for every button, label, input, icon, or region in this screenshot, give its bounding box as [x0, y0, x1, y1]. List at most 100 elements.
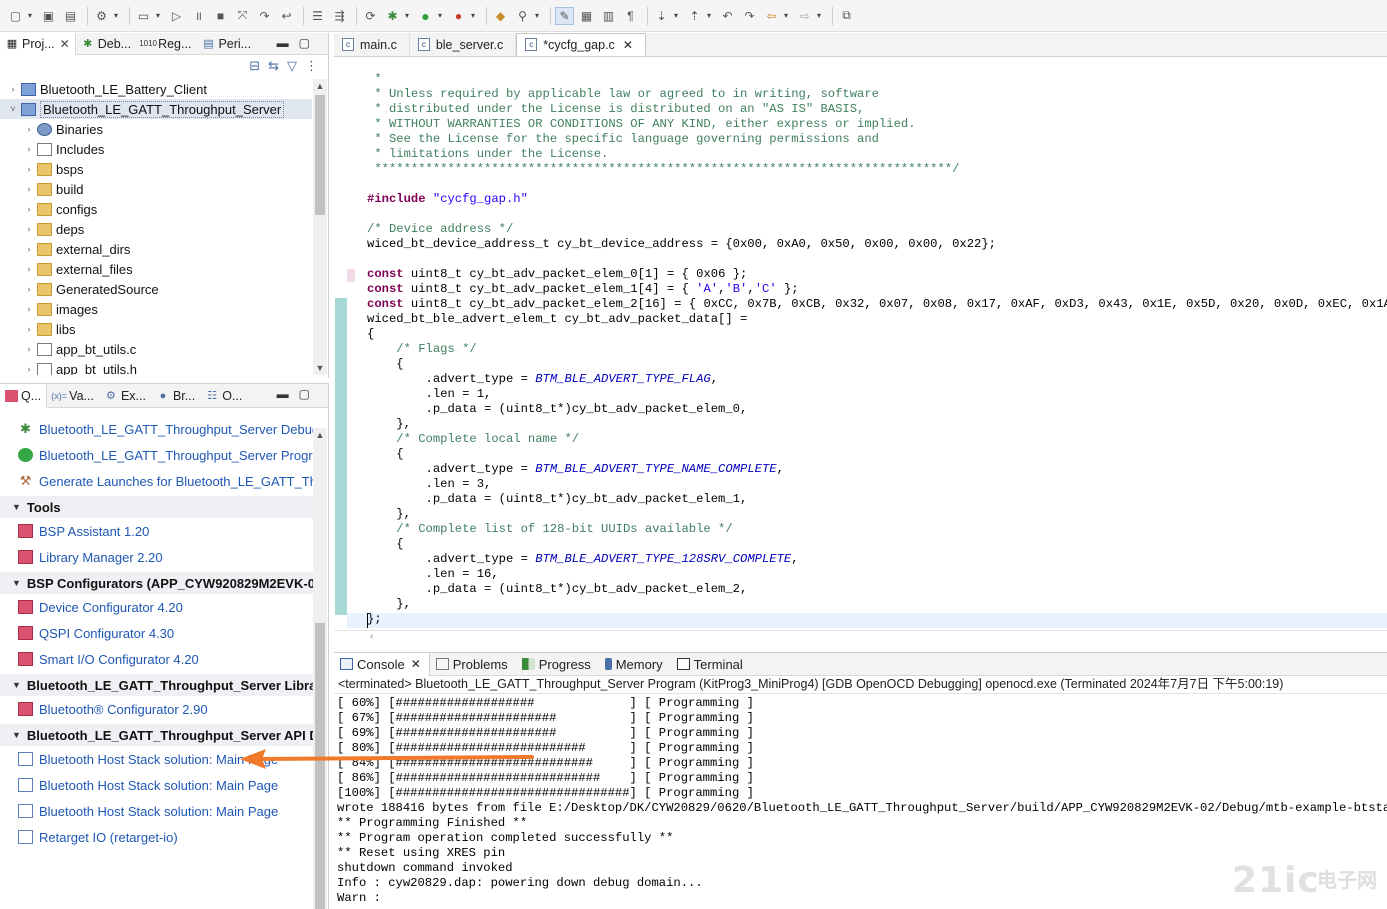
- chevron-right-icon[interactable]: ›: [24, 164, 34, 174]
- terminal-dropdown-icon[interactable]: ▾: [156, 11, 163, 20]
- minimize-maximize-icon[interactable]: ▬▢: [277, 36, 320, 50]
- previous-annotation-icon[interactable]: ⇡: [685, 7, 704, 25]
- section-header[interactable]: ▼ Tools: [0, 496, 313, 518]
- tree-item[interactable]: › configs: [0, 199, 312, 219]
- tab-registers[interactable]: 1010 Reg...: [136, 33, 196, 55]
- tab-problems[interactable]: Problems: [430, 653, 516, 676]
- last-edit-icon[interactable]: ↶: [718, 7, 737, 25]
- tree-item[interactable]: › external_dirs: [0, 239, 312, 259]
- collapse-triangle-icon[interactable]: ▼: [12, 730, 21, 740]
- forward-edit-icon[interactable]: ↷: [740, 7, 759, 25]
- chevron-right-icon[interactable]: ›: [24, 184, 34, 194]
- tab-debug[interactable]: ✱ Deb...: [76, 33, 136, 55]
- tab-outline[interactable]: ☷ O...: [200, 385, 247, 407]
- tree-item[interactable]: › Includes: [0, 139, 312, 159]
- scroll-up-icon[interactable]: ▲: [313, 81, 327, 91]
- chevron-right-icon[interactable]: ›: [24, 144, 34, 154]
- build-icon[interactable]: ☰: [308, 7, 327, 25]
- close-icon[interactable]: ✕: [411, 657, 421, 671]
- tree-item[interactable]: › bsps: [0, 159, 312, 179]
- project-tree-scrollbar[interactable]: ▲ ▼: [313, 79, 327, 375]
- chevron-right-icon[interactable]: ›: [24, 344, 34, 354]
- scroll-up-icon[interactable]: ▲: [313, 430, 327, 440]
- scroll-thumb[interactable]: [315, 95, 325, 215]
- chevron-right-icon[interactable]: ›: [24, 304, 34, 314]
- new-dropdown-icon[interactable]: ▾: [28, 11, 35, 20]
- quick-panel-link[interactable]: ⚒ Generate Launches for Bluetooth_LE_GATT…: [0, 468, 313, 494]
- search-icon[interactable]: ⚲: [513, 7, 532, 25]
- chevron-right-icon[interactable]: ›: [24, 224, 34, 234]
- chevron-right-icon[interactable]: ›: [24, 364, 34, 374]
- forward-dropdown-icon[interactable]: ▾: [817, 11, 824, 20]
- quick-panel-link[interactable]: Bluetooth® Configurator 2.90: [0, 696, 313, 722]
- save-all-icon[interactable]: ▤: [61, 7, 80, 25]
- tab-breakpoints[interactable]: ● Br...: [151, 385, 200, 407]
- quick-panel-link[interactable]: QSPI Configurator 4.30: [0, 620, 313, 646]
- tree-item[interactable]: › external_files: [0, 259, 312, 279]
- external-tools-dropdown-icon[interactable]: ▾: [471, 11, 478, 20]
- highlight-icon[interactable]: ✎: [555, 6, 574, 25]
- open-type-icon[interactable]: ◆: [491, 7, 510, 25]
- disconnect-icon[interactable]: ⤧: [233, 7, 252, 25]
- block-selection-icon[interactable]: ▥: [599, 7, 618, 25]
- collapse-triangle-icon[interactable]: ▼: [12, 578, 21, 588]
- terminate-icon[interactable]: ■: [211, 7, 230, 25]
- resume-icon[interactable]: ▷: [167, 7, 186, 25]
- tab-terminal[interactable]: Terminal: [671, 653, 751, 676]
- section-header[interactable]: ▼ Bluetooth_LE_GATT_Throughput_Server Lib…: [0, 674, 313, 696]
- quick-panel-link[interactable]: BSP Assistant 1.20: [0, 518, 313, 544]
- close-icon[interactable]: ✕: [623, 38, 633, 52]
- previous-annotation-dropdown-icon[interactable]: ▾: [707, 11, 714, 20]
- tree-item[interactable]: › build: [0, 179, 312, 199]
- chevron-right-icon[interactable]: ›: [24, 324, 34, 334]
- terminal-icon[interactable]: ▭: [134, 7, 153, 25]
- tab-project-explorer[interactable]: ▦ Proj... ✕: [0, 32, 76, 55]
- suspend-icon[interactable]: ॥: [189, 7, 208, 25]
- save-icon[interactable]: ▣: [39, 7, 58, 25]
- settings-dropdown-icon[interactable]: ▾: [114, 11, 121, 20]
- debug-launch-icon[interactable]: ✱: [383, 7, 402, 25]
- quick-panel-scrollbar[interactable]: ▲: [313, 428, 327, 909]
- tab-console[interactable]: Console ✕: [334, 652, 430, 676]
- tab-ble-server-c[interactable]: c ble_server.c: [410, 33, 517, 56]
- tab-progress[interactable]: Progress: [516, 653, 599, 676]
- quick-panel-link[interactable]: Bluetooth_LE_GATT_Throughput_Server Prog…: [0, 442, 313, 468]
- section-header[interactable]: ▼ Bluetooth_LE_GATT_Throughput_Server API…: [0, 724, 313, 746]
- chevron-right-icon[interactable]: ›: [24, 124, 34, 134]
- back-icon[interactable]: ⇦: [762, 7, 781, 25]
- code-text[interactable]: * * Unless required by applicable law or…: [367, 72, 1387, 642]
- external-tools-icon[interactable]: ●: [449, 7, 468, 25]
- tree-item[interactable]: › images: [0, 299, 312, 319]
- quick-panel-link[interactable]: Bluetooth Host Stack solution: Main Page: [0, 798, 313, 824]
- view-menu-icon[interactable]: ⋮: [305, 58, 318, 74]
- collapse-triangle-icon[interactable]: ▼: [12, 680, 21, 690]
- editor-hscrollbar[interactable]: ‹: [334, 630, 1387, 644]
- search-dropdown-icon[interactable]: ▾: [535, 11, 542, 20]
- chevron-right-icon[interactable]: ›: [24, 204, 34, 214]
- build-all-icon[interactable]: ⇶: [330, 7, 349, 25]
- tree-item[interactable]: › app_bt_utils.h: [0, 359, 312, 375]
- quick-panel-link[interactable]: Bluetooth Host Stack solution: Main Page: [0, 772, 313, 798]
- tab-expressions[interactable]: ⚙ Ex...: [99, 385, 151, 407]
- tab-main-c[interactable]: c main.c: [334, 33, 410, 56]
- section-header[interactable]: ▼ BSP Configurators (APP_CYW920829M2EVK-0…: [0, 572, 313, 594]
- tree-item[interactable]: › libs: [0, 319, 312, 339]
- scroll-down-icon[interactable]: ▼: [313, 363, 327, 373]
- chevron-right-icon[interactable]: ›: [8, 84, 18, 94]
- back-dropdown-icon[interactable]: ▾: [784, 11, 791, 20]
- quick-panel-link[interactable]: Device Configurator 4.20: [0, 594, 313, 620]
- tree-item[interactable]: › app_bt_utils.c: [0, 339, 312, 359]
- link-editor-icon[interactable]: ⇆: [268, 58, 279, 74]
- step-into-icon[interactable]: ↷: [255, 7, 274, 25]
- quick-panel-link[interactable]: ✱ Bluetooth_LE_GATT_Throughput_Server Deb…: [0, 416, 313, 442]
- tree-item[interactable]: ˅ Bluetooth_LE_GATT_Throughput_Server: [0, 99, 312, 119]
- tree-item[interactable]: › Bluetooth_LE_Battery_Client: [0, 79, 312, 99]
- show-whitespace-icon[interactable]: ¶: [621, 7, 640, 25]
- chevron-right-icon[interactable]: ›: [24, 284, 34, 294]
- quick-panel-link[interactable]: Retarget IO (retarget-io): [0, 824, 313, 850]
- new-icon[interactable]: ▢: [6, 7, 25, 25]
- tab-cycfg-gap-c[interactable]: c *cycfg_gap.c ✕: [516, 33, 646, 56]
- debug-launch-dropdown-icon[interactable]: ▾: [405, 11, 412, 20]
- chevron-down-icon[interactable]: ˅: [8, 104, 18, 114]
- close-icon[interactable]: ✕: [60, 37, 70, 51]
